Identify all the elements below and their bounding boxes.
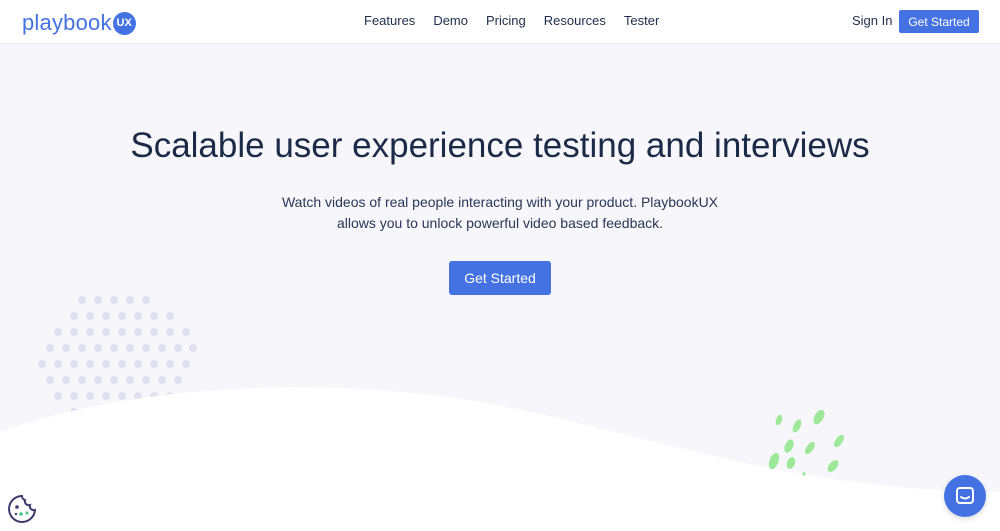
nav-tester[interactable]: Tester [624, 13, 659, 28]
nav-features[interactable]: Features [364, 13, 415, 28]
sign-in-link[interactable]: Sign In [852, 13, 892, 28]
main-nav: Features Demo Pricing Resources Tester [364, 13, 659, 28]
nav-pricing[interactable]: Pricing [486, 13, 526, 28]
hero-get-started-button[interactable]: Get Started [449, 261, 551, 295]
logo-badge: UX [112, 11, 136, 35]
chat-launcher-button[interactable] [944, 475, 986, 517]
cookie-icon[interactable] [7, 494, 37, 524]
decorative-leaves [768, 409, 844, 476]
hero-title: Scalable user experience testing and int… [130, 126, 870, 165]
chat-icon [956, 487, 974, 504]
logo-text: playbook [22, 10, 112, 35]
nav-resources[interactable]: Resources [544, 13, 606, 28]
logo[interactable]: playbook UX [22, 10, 136, 36]
nav-demo[interactable]: Demo [433, 13, 468, 28]
hero-subtitle: Watch videos of real people interacting … [281, 194, 719, 231]
header-get-started-button[interactable]: Get Started [899, 10, 979, 33]
site-header: playbook UX Features Demo Pricing Resour… [0, 0, 1000, 44]
